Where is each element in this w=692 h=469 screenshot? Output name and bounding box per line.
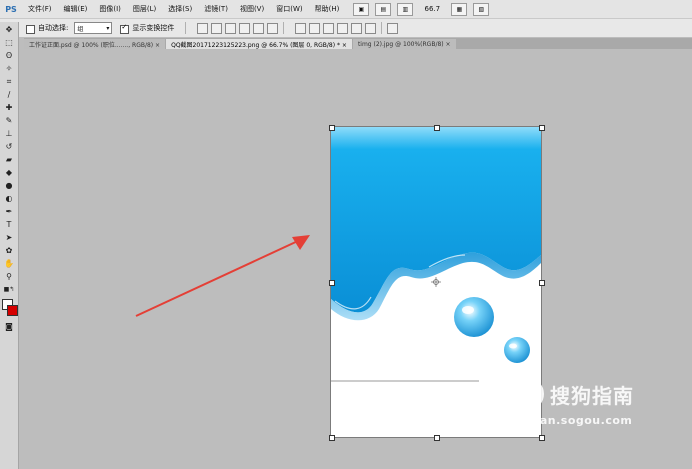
screen-mode-button[interactable]: ▧ [473, 2, 490, 16]
brush-tool-icon[interactable]: ✎ [3, 115, 15, 126]
quick-select-tool-icon[interactable]: ✧ [3, 63, 15, 74]
menu-bar: PS 文件(F) 编辑(E) 图像(I) 图层(L) 选择(S) 滤镜(T) 视… [0, 0, 692, 19]
distribute-middle-icon[interactable] [309, 22, 321, 34]
sogou-watermark: S 搜狗指南 zhinan.sogou.com [512, 378, 634, 427]
distribute-top-icon[interactable] [295, 22, 307, 34]
transform-handle-br[interactable] [539, 435, 545, 441]
auto-align-icon[interactable] [387, 22, 399, 34]
show-transform-label: 显示变换控件 [132, 24, 175, 32]
bridge-button[interactable]: ▣ [353, 2, 370, 16]
quick-mask-icon[interactable]: ◙ [3, 321, 15, 332]
align-top-icon[interactable] [197, 22, 209, 34]
background-color[interactable] [7, 305, 18, 316]
lasso-tool-icon[interactable]: ʘ [3, 50, 15, 61]
tab-document-3[interactable]: timg (2).jpg @ 100%(RGB/8) × [352, 39, 456, 49]
watermark-url: zhinan.sogou.com [512, 414, 633, 427]
align-right-icon[interactable] [267, 22, 279, 34]
pen-tool-icon[interactable]: ✒ [3, 206, 15, 217]
zoom-level[interactable]: 66.7 [419, 5, 445, 13]
menu-layer[interactable]: 图层(L) [127, 4, 162, 14]
distribute-bottom-icon[interactable] [323, 22, 335, 34]
separator [381, 22, 383, 34]
document-canvas[interactable] [331, 127, 541, 437]
distribute-left-icon[interactable] [337, 22, 349, 34]
menu-select[interactable]: 选择(S) [162, 4, 198, 14]
transform-handle-bm[interactable] [434, 435, 440, 441]
path-select-icon[interactable]: ➤ [3, 232, 15, 243]
sogou-logo-icon: S [512, 378, 544, 410]
shape-tool-icon[interactable]: ✿ [3, 245, 15, 256]
eraser-tool-icon[interactable]: ▰ [3, 154, 15, 165]
dodge-tool-icon[interactable]: ◐ [3, 193, 15, 204]
align-buttons [197, 22, 279, 34]
menu-help[interactable]: 帮助(H) [309, 4, 346, 14]
distribute-right-icon[interactable] [365, 22, 377, 34]
menu-right-controls: ▣ ▤ ▥ 66.7 ▦ ▧ [353, 2, 490, 16]
transform-handle-tr[interactable] [539, 125, 545, 131]
menu-view[interactable]: 视图(V) [234, 4, 270, 14]
transform-handle-bl[interactable] [329, 435, 335, 441]
app-logo: PS [5, 4, 17, 14]
move-tool-icon[interactable]: ✥ [3, 24, 15, 35]
menu-window[interactable]: 窗口(W) [270, 4, 308, 14]
distribute-center-icon[interactable] [351, 22, 363, 34]
menu-image[interactable]: 图像(I) [93, 4, 127, 14]
transform-handle-mr[interactable] [539, 280, 545, 286]
red-arrow-annotation [135, 235, 310, 317]
align-middle-icon[interactable] [211, 22, 223, 34]
align-bottom-icon[interactable] [225, 22, 237, 34]
transform-handle-ml[interactable] [329, 280, 335, 286]
view-extras-button[interactable]: ▥ [397, 2, 414, 16]
paint-bucket-icon[interactable]: ◆ [3, 167, 15, 178]
mini-bridge-button[interactable]: ▤ [375, 2, 392, 16]
color-swatches[interactable] [0, 297, 18, 319]
chevron-down-icon: ▾ [106, 24, 110, 32]
transform-handle-tm[interactable] [434, 125, 440, 131]
arrange-documents-button[interactable]: ▦ [451, 2, 468, 16]
show-transform-checkbox[interactable] [120, 23, 130, 34]
toolbox: ✥ ⬚ ʘ ✧ ⌗ ∕ ✚ ✎ ⊥ ↺ ▰ ◆ ● ◐ ✒ T ➤ ✿ ✋ ⚲ … [0, 22, 19, 469]
watermark-title: 搜狗指南 [550, 383, 634, 408]
transform-handle-tl[interactable] [329, 125, 335, 131]
auto-select-dropdown[interactable]: 组 ▾ [74, 22, 113, 34]
distribute-buttons [295, 22, 377, 34]
auto-select-label: 自动选择: [38, 24, 69, 32]
zoom-tool-icon[interactable]: ⚲ [3, 271, 15, 282]
options-bar: ✥ ▾ 自动选择: 组 ▾ 显示变换控件 [0, 19, 692, 38]
healing-brush-icon[interactable]: ✚ [3, 102, 15, 113]
separator [283, 22, 285, 34]
clone-stamp-icon[interactable]: ⊥ [3, 128, 15, 139]
auto-select-value: 组 [77, 25, 84, 33]
type-tool-icon[interactable]: T [3, 219, 15, 230]
tab-document-2[interactable]: QQ截图20171223125223.png @ 66.7% (图层 0, RG… [166, 39, 352, 49]
eyedropper-tool-icon[interactable]: ∕ [3, 89, 15, 100]
marquee-tool-icon[interactable]: ⬚ [3, 37, 15, 48]
align-center-icon[interactable] [253, 22, 265, 34]
menu-filter[interactable]: 滤镜(T) [198, 4, 234, 14]
document-tabs: 工作证正面.psd @ 100% (职位......., RGB/8) × QQ… [24, 38, 692, 49]
blur-tool-icon[interactable]: ● [3, 180, 15, 191]
menu-file[interactable]: 文件(F) [22, 4, 58, 14]
menu-edit[interactable]: 编辑(E) [58, 4, 94, 14]
hand-tool-icon[interactable]: ✋ [3, 258, 15, 269]
align-left-icon[interactable] [239, 22, 251, 34]
separator [185, 22, 187, 34]
history-brush-icon[interactable]: ↺ [3, 141, 15, 152]
auto-select-checkbox[interactable] [26, 24, 35, 34]
water-wave-artwork [331, 127, 541, 437]
crop-tool-icon[interactable]: ⌗ [3, 76, 15, 87]
default-colors-icon[interactable]: ■↰ [3, 284, 15, 295]
tab-document-1[interactable]: 工作证正面.psd @ 100% (职位......., RGB/8) × [24, 39, 166, 49]
